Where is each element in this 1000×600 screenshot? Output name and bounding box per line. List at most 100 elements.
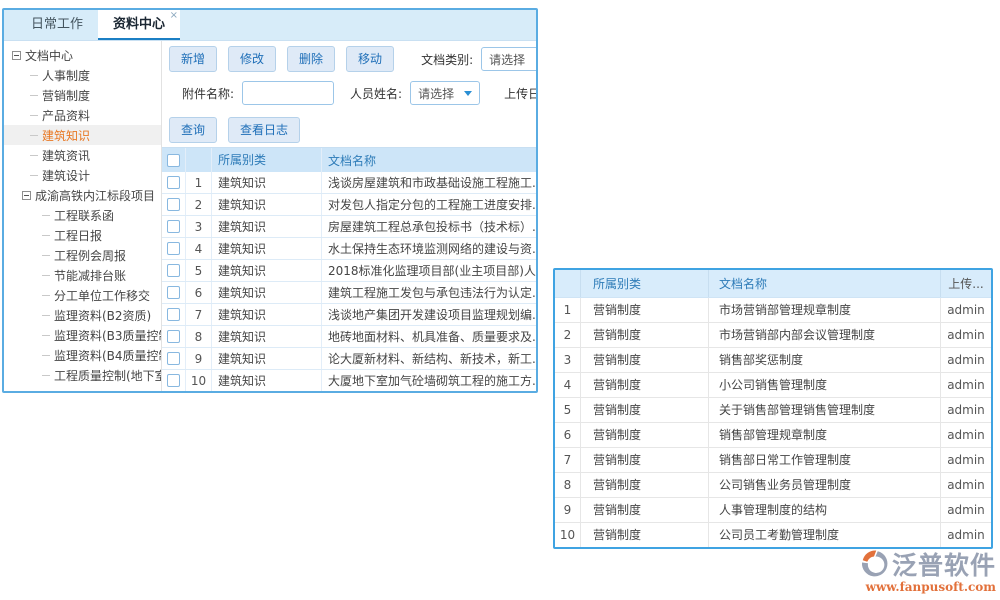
tree-node-energy-ledger[interactable]: 节能减排台账 — [4, 265, 161, 285]
table-row[interactable]: 10 建筑知识 大厦地下室加气砼墙砌筑工程的施工方... — [162, 370, 538, 392]
row-checkbox[interactable] — [167, 374, 180, 387]
tree-node-label: 工程质量控制(地下室) — [54, 367, 162, 384]
tree-node-doc-center[interactable]: 文档中心 — [4, 45, 161, 65]
attachment-name-label: 附件名称: — [182, 85, 234, 102]
index-column-header — [186, 148, 212, 172]
tree-line — [30, 135, 38, 136]
tree-node-building-news[interactable]: 建筑资讯 — [4, 145, 161, 165]
person-name-select[interactable]: 请选择 — [410, 81, 480, 105]
tree-node-label: 分工单位工作移交 — [54, 287, 150, 304]
table-row[interactable]: 8 建筑知识 地砖地面材料、机具准备、质量要求及... — [162, 326, 538, 348]
tree-node-label: 文档中心 — [25, 47, 73, 64]
row-checkbox[interactable] — [167, 264, 180, 277]
tree-line — [42, 355, 50, 356]
vendor-website-link[interactable]: www.fanpusoft.com — [866, 580, 996, 594]
tree-node-label: 工程日报 — [54, 227, 102, 244]
tree-node-project-root[interactable]: 成渝高铁内江标段项目 — [4, 185, 161, 205]
row-checkbox[interactable] — [167, 242, 180, 255]
table-row[interactable]: 10 营销制度 公司员工考勤管理制度 admin — [555, 523, 991, 548]
row-checkbox[interactable] — [167, 352, 180, 365]
collapse-icon[interactable] — [12, 51, 21, 60]
tree-node-building-knowledge[interactable]: 建筑知识 — [4, 125, 161, 145]
table-row[interactable]: 1 建筑知识 浅谈房屋建筑和市政基础设施工程施工... — [162, 172, 538, 194]
row-checkbox[interactable] — [167, 330, 180, 343]
table-row[interactable]: 4 营销制度 小公司销售管理制度 admin — [555, 373, 991, 398]
tree-line — [42, 275, 50, 276]
table-row[interactable]: 6 营销制度 销售部管理规章制度 admin — [555, 423, 991, 448]
tree-node-clipped[interactable] — [4, 385, 161, 391]
tree-node-label: 监理资料(B2资质) — [54, 307, 151, 324]
document-list-pane: 新增 修改 删除 移动 文档类别: 请选择 文档 附件名称: 人员姓名: 请选择 — [162, 41, 538, 391]
tree-node-work-transfer[interactable]: 分工单位工作移交 — [4, 285, 161, 305]
tree-node-weekly-meeting[interactable]: 工程例会周报 — [4, 245, 161, 265]
tree-node-supervision-b4[interactable]: 监理资料(B4质量控制) — [4, 345, 161, 365]
tree-node-label: 工程联系函 — [54, 207, 114, 224]
table-row[interactable]: 5 建筑知识 2018标准化监理项目部(业主项目部)人员... — [162, 260, 538, 282]
table-row[interactable]: 6 建筑知识 建筑工程施工发包与承包违法行为认定... — [162, 282, 538, 304]
chevron-down-icon — [537, 57, 538, 62]
query-button[interactable]: 查询 — [169, 117, 217, 143]
table-row[interactable]: 5 营销制度 关于销售部管理销售管理制度 admin — [555, 398, 991, 423]
row-checkbox[interactable] — [167, 176, 180, 189]
delete-button[interactable]: 删除 — [287, 46, 335, 72]
table-row[interactable]: 3 营销制度 销售部奖惩制度 admin — [555, 348, 991, 373]
marketing-documents-table: 所属别类 文档名称 上传... 1 营销制度 市场营销部管理规章制度 admin… — [553, 268, 993, 549]
close-icon[interactable]: × — [170, 11, 178, 21]
marketing-table-header: 所属别类 文档名称 上传... — [555, 270, 991, 298]
row-checkbox[interactable] — [167, 308, 180, 321]
vendor-branding: 泛普软件 www.fanpusoft.com — [856, 549, 996, 594]
move-button[interactable]: 移动 — [346, 46, 394, 72]
fanpu-logo-icon — [858, 549, 890, 583]
select-all-checkbox[interactable] — [167, 154, 180, 167]
tree-node-building-design[interactable]: 建筑设计 — [4, 165, 161, 185]
tree-node-label: 建筑资讯 — [42, 147, 90, 164]
doc-type-select[interactable]: 请选择 — [481, 47, 538, 71]
table-row[interactable]: 3 建筑知识 房屋建筑工程总承包投标书（技术标）... — [162, 216, 538, 238]
tab-bar: 日常工作 资料中心 × — [4, 10, 536, 41]
tree-node-project-letter[interactable]: 工程联系函 — [4, 205, 161, 225]
tree-line — [42, 375, 50, 376]
view-log-button[interactable]: 查看日志 — [228, 117, 300, 143]
document-table-header: 所属别类 文档名称 — [162, 148, 538, 172]
tree-node-product-data[interactable]: 产品资料 — [4, 105, 161, 125]
tree-line — [42, 235, 50, 236]
table-row[interactable]: 9 建筑知识 论大厦新材料、新结构、新技术，新工... — [162, 348, 538, 370]
tab-data-center-label: 资料中心 — [113, 17, 165, 32]
tree-node-label: 节能减排台账 — [54, 267, 126, 284]
tree-line — [42, 255, 50, 256]
tree-node-supervision-b3[interactable]: 监理资料(B3质量控制) — [4, 325, 161, 345]
row-checkbox[interactable] — [167, 198, 180, 211]
tree-node-label: 产品资料 — [42, 107, 90, 124]
collapse-icon[interactable] — [22, 191, 31, 200]
tab-data-center[interactable]: 资料中心 × — [98, 10, 180, 40]
table-row[interactable]: 4 建筑知识 水土保持生态环境监测网络的建设与资... — [162, 238, 538, 260]
row-checkbox[interactable] — [167, 286, 180, 299]
attachment-name-input[interactable] — [242, 81, 334, 105]
table-row[interactable]: 7 建筑知识 浅谈地产集团开发建设项目监理规划编... — [162, 304, 538, 326]
person-name-value: 请选择 — [418, 85, 454, 102]
tree-node-supervision-b2[interactable]: 监理资料(B2资质) — [4, 305, 161, 325]
query-row: 查询 查看日志 — [169, 117, 538, 143]
tree-line — [30, 115, 38, 116]
tree-node-label: 建筑设计 — [42, 167, 90, 184]
table-row[interactable]: 8 营销制度 公司销售业务员管理制度 admin — [555, 473, 991, 498]
tree-line — [42, 215, 50, 216]
document-tree-sidebar: 文档中心 人事制度 营销制度 产品资料 建筑知识 建筑资讯 — [4, 41, 162, 391]
table-row[interactable]: 7 营销制度 销售部日常工作管理制度 admin — [555, 448, 991, 473]
row-checkbox[interactable] — [167, 220, 180, 233]
tree-line — [30, 95, 38, 96]
add-button[interactable]: 新增 — [169, 46, 217, 72]
name-column-header: 文档名称 — [709, 270, 941, 297]
table-row[interactable]: 2 营销制度 市场营销部内部会议管理制度 admin — [555, 323, 991, 348]
document-table: 所属别类 文档名称 1 建筑知识 浅谈房屋建筑和市政基础设施工程施工... 2 … — [162, 147, 538, 392]
tree-node-hr-rules[interactable]: 人事制度 — [4, 65, 161, 85]
tab-daily-work[interactable]: 日常工作 — [16, 10, 98, 40]
table-row[interactable]: 2 建筑知识 对发包人指定分包的工程施工进度安排... — [162, 194, 538, 216]
tree-node-marketing-rules[interactable]: 营销制度 — [4, 85, 161, 105]
edit-button[interactable]: 修改 — [228, 46, 276, 72]
table-row[interactable]: 9 营销制度 人事管理制度的结构 admin — [555, 498, 991, 523]
table-row[interactable]: 1 营销制度 市场营销部管理规章制度 admin — [555, 298, 991, 323]
tree-line — [30, 155, 38, 156]
tree-node-daily-report[interactable]: 工程日报 — [4, 225, 161, 245]
tree-node-quality-basement[interactable]: 工程质量控制(地下室) — [4, 365, 161, 385]
